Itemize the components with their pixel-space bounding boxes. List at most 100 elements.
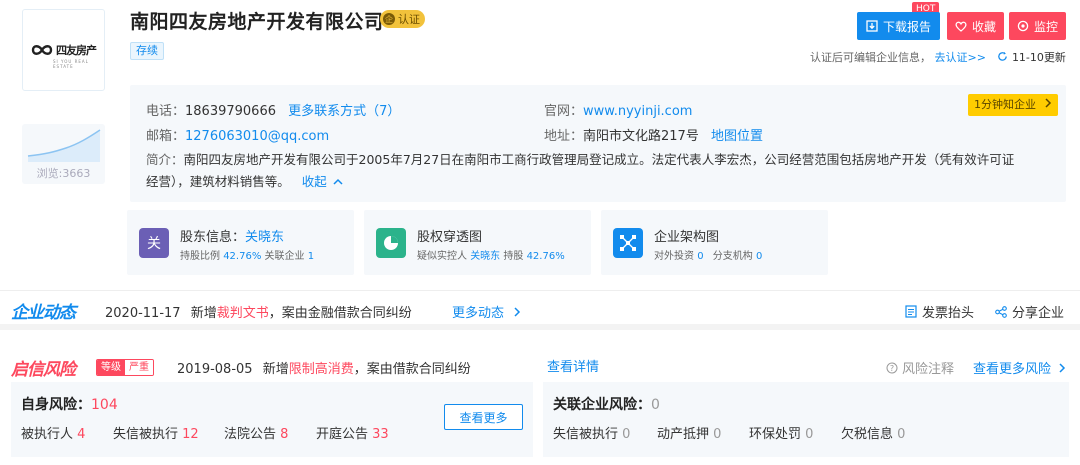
share-button[interactable]: 分享企业 xyxy=(995,302,1064,321)
website-link[interactable]: www.nyyinji.com xyxy=(583,104,692,119)
more-risk-link[interactable]: 查看更多风险 xyxy=(973,358,1066,377)
self-risk-item[interactable]: 法院公告 8 xyxy=(224,423,316,442)
more-risk-label: 查看更多风险 xyxy=(973,362,1052,377)
invoice-label: 发票抬头 xyxy=(922,306,975,321)
shareholder-ratio-label: 持股比例 xyxy=(180,251,220,262)
related-risk-list: 失信被执行 0 动产抵押 0 环保处罚 0 欠税信息 0 xyxy=(553,423,933,442)
dynamics-text: ，案由金融借款合同纠纷 xyxy=(268,306,412,321)
dynamics-tag: 裁判文书 xyxy=(216,306,269,321)
chevron-right-icon xyxy=(1059,363,1066,373)
risk-item[interactable]: 2019-08-05 新增限制高消费，案由借款合同纠纷 xyxy=(177,358,471,377)
risk-note-button[interactable]: ? 风险注释 xyxy=(886,358,954,377)
shareholder-ratio-value: 42.76% xyxy=(223,251,262,262)
intro-line-1: 南阳四友房地产开发有限公司于2005年7月27日在南阳市工商行政管理局登记成立。… xyxy=(183,152,1015,167)
dynamics-date: 2020-11-17 xyxy=(105,306,181,321)
logo-mark-icon xyxy=(31,45,53,55)
shareholder-title: 股东信息：关晓东 xyxy=(180,226,284,245)
minute-intro-button[interactable]: 1分钟知企业 xyxy=(968,94,1058,116)
favorite-button[interactable]: 收藏 xyxy=(947,12,1004,40)
svg-text:?: ? xyxy=(890,363,894,372)
address-value: 南阳市文化路217号 xyxy=(583,129,699,144)
address-row: 地址：南阳市文化路217号 地图位置 xyxy=(544,125,763,144)
risk-level-value: 严重 xyxy=(125,360,153,375)
logo-subtext: SI YOU REAL ESTATE xyxy=(53,59,89,69)
self-risk-item-label: 失信被执行 xyxy=(113,427,179,442)
equity-controller-value[interactable]: 关晓东 xyxy=(470,251,500,262)
cert-badge[interactable]: 企 认证 xyxy=(380,10,425,28)
self-risk-item-value: 8 xyxy=(280,427,289,442)
equity-card[interactable]: 股权穿透图 疑似实控人 关晓东 持股 42.76% xyxy=(364,210,591,275)
refresh-icon[interactable] xyxy=(997,51,1008,62)
email-link[interactable]: 1276063010@qq.com xyxy=(185,129,329,144)
related-risk-item[interactable]: 动产抵押 0 xyxy=(657,423,749,442)
dynamics-item[interactable]: 2020-11-17 新增裁判文书，案由金融借款合同纠纷 xyxy=(105,302,412,321)
views-card: 浏览:3663 xyxy=(22,124,105,184)
invoice-button[interactable]: 发票抬头 xyxy=(905,302,974,321)
intro-label: 简介： xyxy=(146,152,184,167)
more-dynamics-label: 更多动态 xyxy=(452,306,505,321)
cert-hint: 认证后可编辑企业信息， xyxy=(810,51,931,64)
equity-share-value: 42.76% xyxy=(526,251,565,262)
email-row: 邮箱：1276063010@qq.com xyxy=(146,125,329,144)
see-more-button[interactable]: 查看更多 xyxy=(444,404,523,430)
structure-card[interactable]: 企业架构图 对外投资 0 分支机构 0 xyxy=(601,210,828,275)
self-risk-item-value: 33 xyxy=(372,427,389,442)
self-risk-total: 104 xyxy=(91,397,118,413)
logo-text: 四友房产 xyxy=(56,44,97,57)
structure-invest-label: 对外投资 xyxy=(654,251,694,262)
website-label: 官网： xyxy=(544,104,584,119)
dynamics-prefix: 新增 xyxy=(190,306,217,321)
org-structure-icon xyxy=(613,228,643,258)
risk-prefix: 新增 xyxy=(262,362,289,377)
more-contact-link[interactable]: 更多联系方式（7） xyxy=(288,104,400,119)
related-risk-item-label: 失信被执行 xyxy=(553,427,619,442)
company-logo: 四友房产 SI YOU REAL ESTATE xyxy=(22,9,105,91)
related-risk-title: 关联企业风险：0 xyxy=(553,394,660,414)
self-risk-item-label: 开庭公告 xyxy=(316,427,369,442)
related-risk-item-label: 环保处罚 xyxy=(749,427,802,442)
cert-icon: 企 xyxy=(383,13,395,25)
related-risk-item[interactable]: 环保处罚 0 xyxy=(749,423,841,442)
monitor-label: 监控 xyxy=(1033,19,1058,34)
chevron-up-icon xyxy=(333,178,343,185)
collapse-link[interactable]: 收起 xyxy=(302,174,343,189)
more-dynamics-link[interactable]: 更多动态 xyxy=(452,302,521,321)
cert-link[interactable]: 去认证>> xyxy=(935,51,986,64)
views-trend-icon xyxy=(27,129,101,162)
company-name: 南阳四友房地产开发有限公司 xyxy=(130,11,384,33)
map-link[interactable]: 地图位置 xyxy=(711,129,763,144)
phone-value: 18639790666 xyxy=(185,104,276,119)
self-risk-item[interactable]: 被执行人 4 xyxy=(21,423,113,442)
download-report-button[interactable]: 下载报告 xyxy=(857,12,940,40)
download-report-label: 下载报告 xyxy=(882,19,931,34)
updated-label: 11-10更新 xyxy=(1011,51,1066,64)
collapse-label: 收起 xyxy=(301,174,327,189)
related-risk-item-value: 0 xyxy=(897,427,906,442)
related-risk-item[interactable]: 失信被执行 0 xyxy=(553,423,657,442)
cert-label: 认证 xyxy=(398,13,420,26)
related-risk-item-value: 0 xyxy=(713,427,722,442)
equity-title: 股权穿透图 xyxy=(417,230,483,245)
invoice-icon xyxy=(905,305,917,318)
status-badge: 存续 xyxy=(130,42,164,60)
related-risk-item-label: 动产抵押 xyxy=(657,427,710,442)
shareholder-card[interactable]: 关 股东信息：关晓东 持股比例 42.76% 关联企业 1 xyxy=(127,210,354,275)
risk-detail-link[interactable]: 查看详情 xyxy=(547,356,599,375)
self-risk-item[interactable]: 开庭公告 33 xyxy=(316,423,406,442)
share-icon xyxy=(995,305,1007,318)
intro-block: 简介：南阳四友房地产开发有限公司于2005年7月27日在南阳市工商行政管理局登记… xyxy=(146,149,1051,193)
related-risk-item[interactable]: 欠税信息 0 xyxy=(841,423,933,442)
heart-icon xyxy=(955,21,967,32)
structure-title: 企业架构图 xyxy=(654,230,720,245)
shareholder-name-link[interactable]: 关晓东 xyxy=(245,230,284,245)
related-risk-label: 关联企业风险： xyxy=(553,397,651,413)
risk-text: ，案由借款合同纠纷 xyxy=(353,362,471,377)
self-risk-item-value: 4 xyxy=(77,427,86,442)
related-risk-item-value: 0 xyxy=(622,427,631,442)
shareholder-sub: 持股比例 42.76% 关联企业 1 xyxy=(180,247,314,262)
views-count: 浏览:3663 xyxy=(36,167,91,180)
self-risk-item[interactable]: 失信被执行 12 xyxy=(113,423,224,442)
risk-level-label: 等级 xyxy=(97,360,125,375)
monitor-button[interactable]: 监控 xyxy=(1009,12,1066,40)
intro-line-2: 经营），建筑材料销售等。 xyxy=(146,174,290,189)
